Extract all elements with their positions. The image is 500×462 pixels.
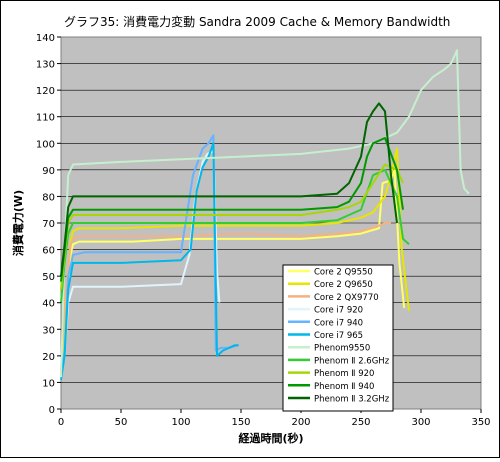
y-tick-label: 60 xyxy=(42,246,55,257)
chart-svg: グラフ35: 消費電力変動 Sandra 2009 Cache & Memory… xyxy=(0,0,500,458)
x-tick-label: 0 xyxy=(58,417,64,428)
y-tick-label: 100 xyxy=(36,139,55,150)
x-tick-label: 100 xyxy=(171,417,190,428)
x-tick-label: 150 xyxy=(231,417,250,428)
y-tick-label: 70 xyxy=(42,219,55,230)
y-tick-label: 50 xyxy=(42,272,55,283)
chart-title: グラフ35: 消費電力変動 Sandra 2009 Cache & Memory… xyxy=(64,14,450,29)
x-axis-label: 経過時間(秒) xyxy=(238,431,303,445)
x-tick-label: 250 xyxy=(351,417,370,428)
y-tick-label: 90 xyxy=(42,166,55,177)
chart-frame: グラフ35: 消費電力変動 Sandra 2009 Cache & Memory… xyxy=(0,0,500,458)
legend-label-8: Phenom Ⅱ 920 xyxy=(314,369,374,379)
legend-label-10: Phenom Ⅱ 3.2GHz xyxy=(314,395,390,405)
x-tick-label: 300 xyxy=(411,417,430,428)
y-tick-label: 40 xyxy=(42,299,55,310)
y-tick-label: 140 xyxy=(36,33,55,44)
legend-label-5: Core i7 965 xyxy=(314,331,363,341)
x-tick-label: 200 xyxy=(291,417,310,428)
y-tick-label: 0 xyxy=(49,405,55,416)
y-axis-label: 消費電力(W) xyxy=(11,190,25,256)
y-tick-label: 20 xyxy=(42,352,55,363)
legend-label-9: Phenom Ⅱ 940 xyxy=(314,382,374,392)
y-tick-label: 30 xyxy=(42,325,55,336)
legend-label-4: Core i7 940 xyxy=(314,318,363,328)
legend-label-0: Core 2 Q9550 xyxy=(314,268,373,278)
legend-label-1: Core 2 Q9650 xyxy=(314,280,373,290)
y-tick-label: 10 xyxy=(42,378,55,389)
legend-label-7: Phenom Ⅱ 2.6GHz xyxy=(314,356,390,366)
legend-label-2: Core 2 QX9770 xyxy=(314,293,379,303)
y-tick-label: 120 xyxy=(36,86,55,97)
y-tick-label: 80 xyxy=(42,192,55,203)
legend-label-6: Phenom9550 xyxy=(314,344,370,354)
y-tick-label: 110 xyxy=(36,113,55,124)
legend-label-3: Core i7 920 xyxy=(314,306,363,316)
legend: Core 2 Q9550 Core 2 Q9650 Core 2 QX9770 Cor… xyxy=(282,264,394,412)
x-tick-label: 50 xyxy=(115,417,128,428)
x-tick-label: 350 xyxy=(471,417,490,428)
y-tick-label: 130 xyxy=(36,60,55,71)
